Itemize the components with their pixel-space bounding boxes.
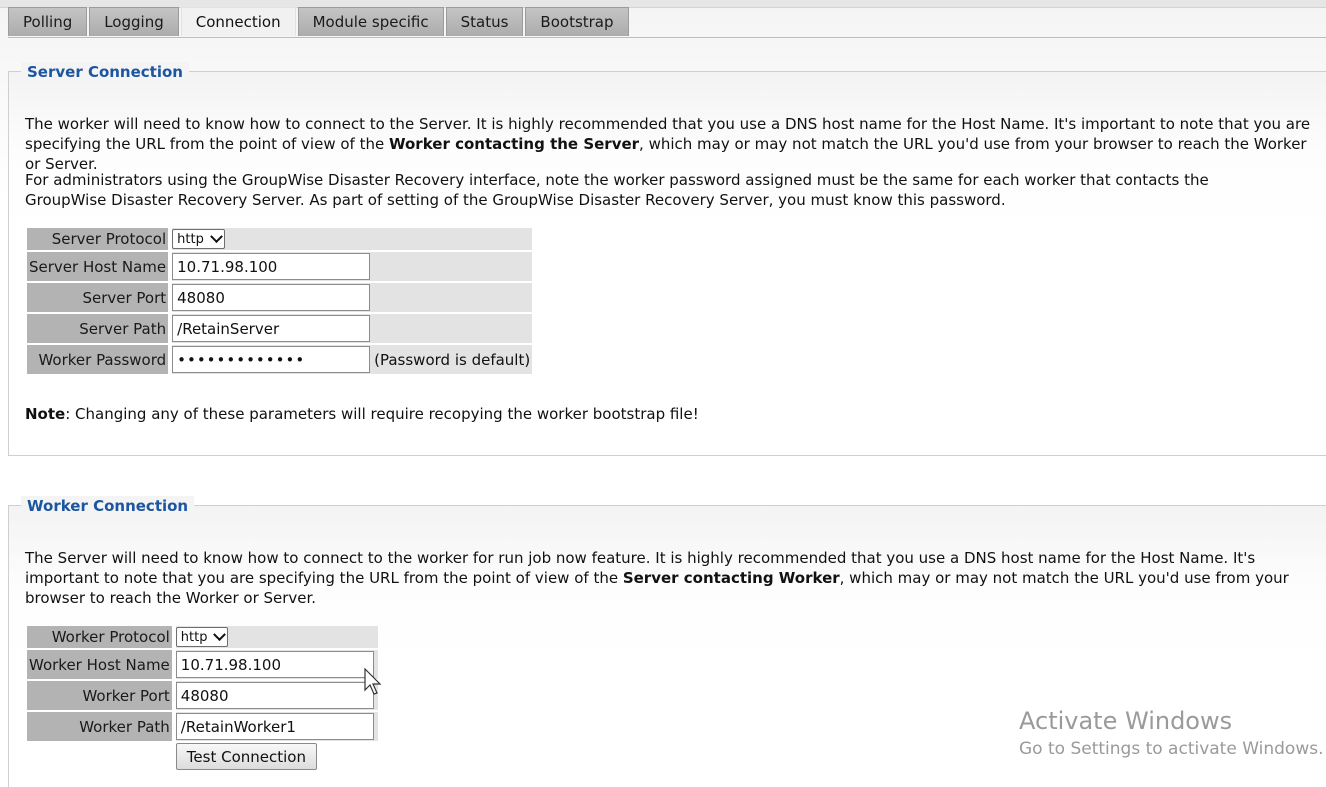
watermark-title: Activate Windows xyxy=(1019,707,1233,735)
worker-protocol-label: Worker Protocol xyxy=(27,626,176,648)
test-connection-row: Test Connection xyxy=(27,743,378,770)
worker-password-row: Worker Password (Password is default) xyxy=(27,345,533,374)
worker-connection-title: Worker Connection xyxy=(21,496,195,516)
page: Polling Logging Connection Module specif… xyxy=(0,0,1326,787)
watermark-subtitle: Go to Settings to activate Windows. xyxy=(1019,739,1324,759)
tab-module-specific[interactable]: Module specific xyxy=(297,7,444,36)
worker-protocol-select[interactable]: http xyxy=(175,627,229,648)
server-protocol-select[interactable]: http xyxy=(172,229,225,250)
server-password-description: For administrators using the GroupWise D… xyxy=(25,171,1209,209)
server-path-input[interactable] xyxy=(172,315,371,342)
worker-host-row: Worker Host Name xyxy=(27,650,378,679)
server-port-row: Server Port xyxy=(27,283,533,312)
worker-path-row: Worker Path xyxy=(27,712,378,741)
worker-connection-form: Worker Protocol http Worker Host Name Wo… xyxy=(27,624,378,772)
test-connection-button[interactable]: Test Connection xyxy=(175,743,317,770)
worker-port-label: Worker Port xyxy=(27,681,176,710)
server-path-label: Server Path xyxy=(27,314,173,343)
recopy-note: Note: Changing any of these parameters w… xyxy=(25,405,699,423)
worker-path-input[interactable] xyxy=(175,713,374,740)
server-connection-form: Server Protocol http Server Host Name Se… xyxy=(27,226,533,376)
tab-status[interactable]: Status xyxy=(445,7,524,36)
worker-host-name-input[interactable] xyxy=(175,651,374,678)
tab-bootstrap[interactable]: Bootstrap xyxy=(525,7,629,36)
worker-connection-description: The Server will need to know how to conn… xyxy=(25,549,1289,607)
chevron-down-icon xyxy=(209,230,223,243)
worker-protocol-row: Worker Protocol http xyxy=(27,626,378,648)
server-connection-description: The worker will need to know how to conn… xyxy=(25,115,1311,173)
server-host-name-input[interactable] xyxy=(172,253,371,280)
activate-windows-watermark: Activate Windows Go to Settings to activ… xyxy=(1019,706,1324,762)
worker-port-input[interactable] xyxy=(175,682,374,709)
server-host-row: Server Host Name xyxy=(27,252,533,281)
worker-port-row: Worker Port xyxy=(27,681,378,710)
worker-password-input[interactable] xyxy=(172,346,371,373)
tab-connection[interactable]: Connection xyxy=(180,7,296,36)
server-connection-title: Server Connection xyxy=(21,62,189,82)
worker-password-label: Worker Password xyxy=(27,345,173,374)
server-connection-section: Server Connection The worker will need t… xyxy=(8,62,1326,456)
server-protocol-row: Server Protocol http xyxy=(27,228,533,250)
tab-polling[interactable]: Polling xyxy=(8,7,88,36)
worker-host-name-label: Worker Host Name xyxy=(27,650,176,679)
server-port-input[interactable] xyxy=(172,284,371,311)
server-path-row: Server Path xyxy=(27,314,533,343)
server-protocol-label: Server Protocol xyxy=(27,228,173,250)
worker-path-label: Worker Path xyxy=(27,712,176,741)
tab-bar: Polling Logging Connection Module specif… xyxy=(8,7,1326,38)
tab-logging[interactable]: Logging xyxy=(89,7,179,36)
server-host-name-label: Server Host Name xyxy=(27,252,173,281)
server-port-label: Server Port xyxy=(27,283,173,312)
password-default-hint: (Password is default) xyxy=(374,350,531,369)
mouse-cursor-icon xyxy=(364,668,382,695)
chevron-down-icon xyxy=(213,628,227,641)
